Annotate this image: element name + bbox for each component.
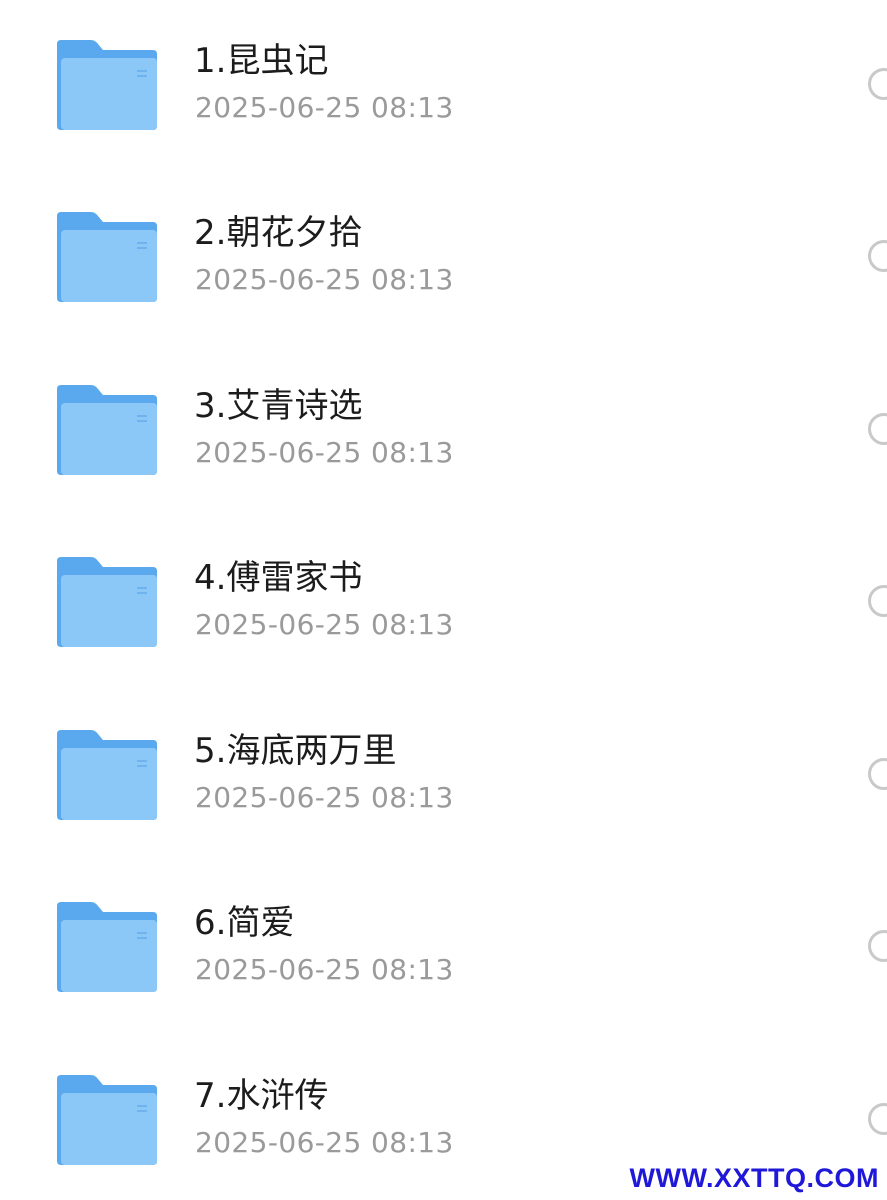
select-radio[interactable] (868, 240, 887, 272)
file-name: 3.艾青诗选 (194, 386, 363, 426)
file-row[interactable]: 1.昆虫记 2025-06-25 08:13 (0, 0, 887, 172)
file-date: 2025-06-25 08:13 (195, 608, 454, 641)
file-name: 5.海底两万里 (194, 731, 397, 771)
select-radio[interactable] (868, 1103, 887, 1135)
file-row[interactable]: 3.艾青诗选 2025-06-25 08:13 (0, 345, 887, 517)
file-name: 7.水浒传 (194, 1076, 329, 1116)
folder-icon (57, 40, 157, 130)
file-date: 2025-06-25 08:13 (195, 781, 454, 814)
file-date: 2025-06-25 08:13 (195, 91, 454, 124)
file-name: 2.朝花夕拾 (194, 213, 363, 253)
folder-icon (57, 212, 157, 302)
select-radio[interactable] (868, 68, 887, 100)
select-radio[interactable] (868, 585, 887, 617)
file-date: 2025-06-25 08:13 (195, 436, 454, 469)
folder-icon (57, 1075, 157, 1165)
file-date: 2025-06-25 08:13 (195, 263, 454, 296)
file-row[interactable]: 4.傅雷家书 2025-06-25 08:13 (0, 517, 887, 689)
file-date: 2025-06-25 08:13 (195, 953, 454, 986)
select-radio[interactable] (868, 413, 887, 445)
watermark-text: WWW.XXTTQ.COM (629, 1163, 879, 1193)
file-row[interactable]: 5.海底两万里 2025-06-25 08:13 (0, 690, 887, 862)
select-radio[interactable] (868, 758, 887, 790)
file-row[interactable]: 6.简爱 2025-06-25 08:13 (0, 862, 887, 1034)
select-radio[interactable] (868, 930, 887, 962)
folder-icon (57, 385, 157, 475)
folder-icon (57, 557, 157, 647)
file-list: 1.昆虫记 2025-06-25 08:13 2.朝花夕拾 2025-06-25… (0, 0, 887, 1200)
file-name: 4.傅雷家书 (194, 558, 363, 598)
file-row[interactable]: 2.朝花夕拾 2025-06-25 08:13 (0, 172, 887, 344)
folder-icon (57, 902, 157, 992)
file-date: 2025-06-25 08:13 (195, 1126, 454, 1159)
folder-icon (57, 730, 157, 820)
file-name: 6.简爱 (194, 903, 295, 943)
file-name: 1.昆虫记 (194, 41, 329, 81)
